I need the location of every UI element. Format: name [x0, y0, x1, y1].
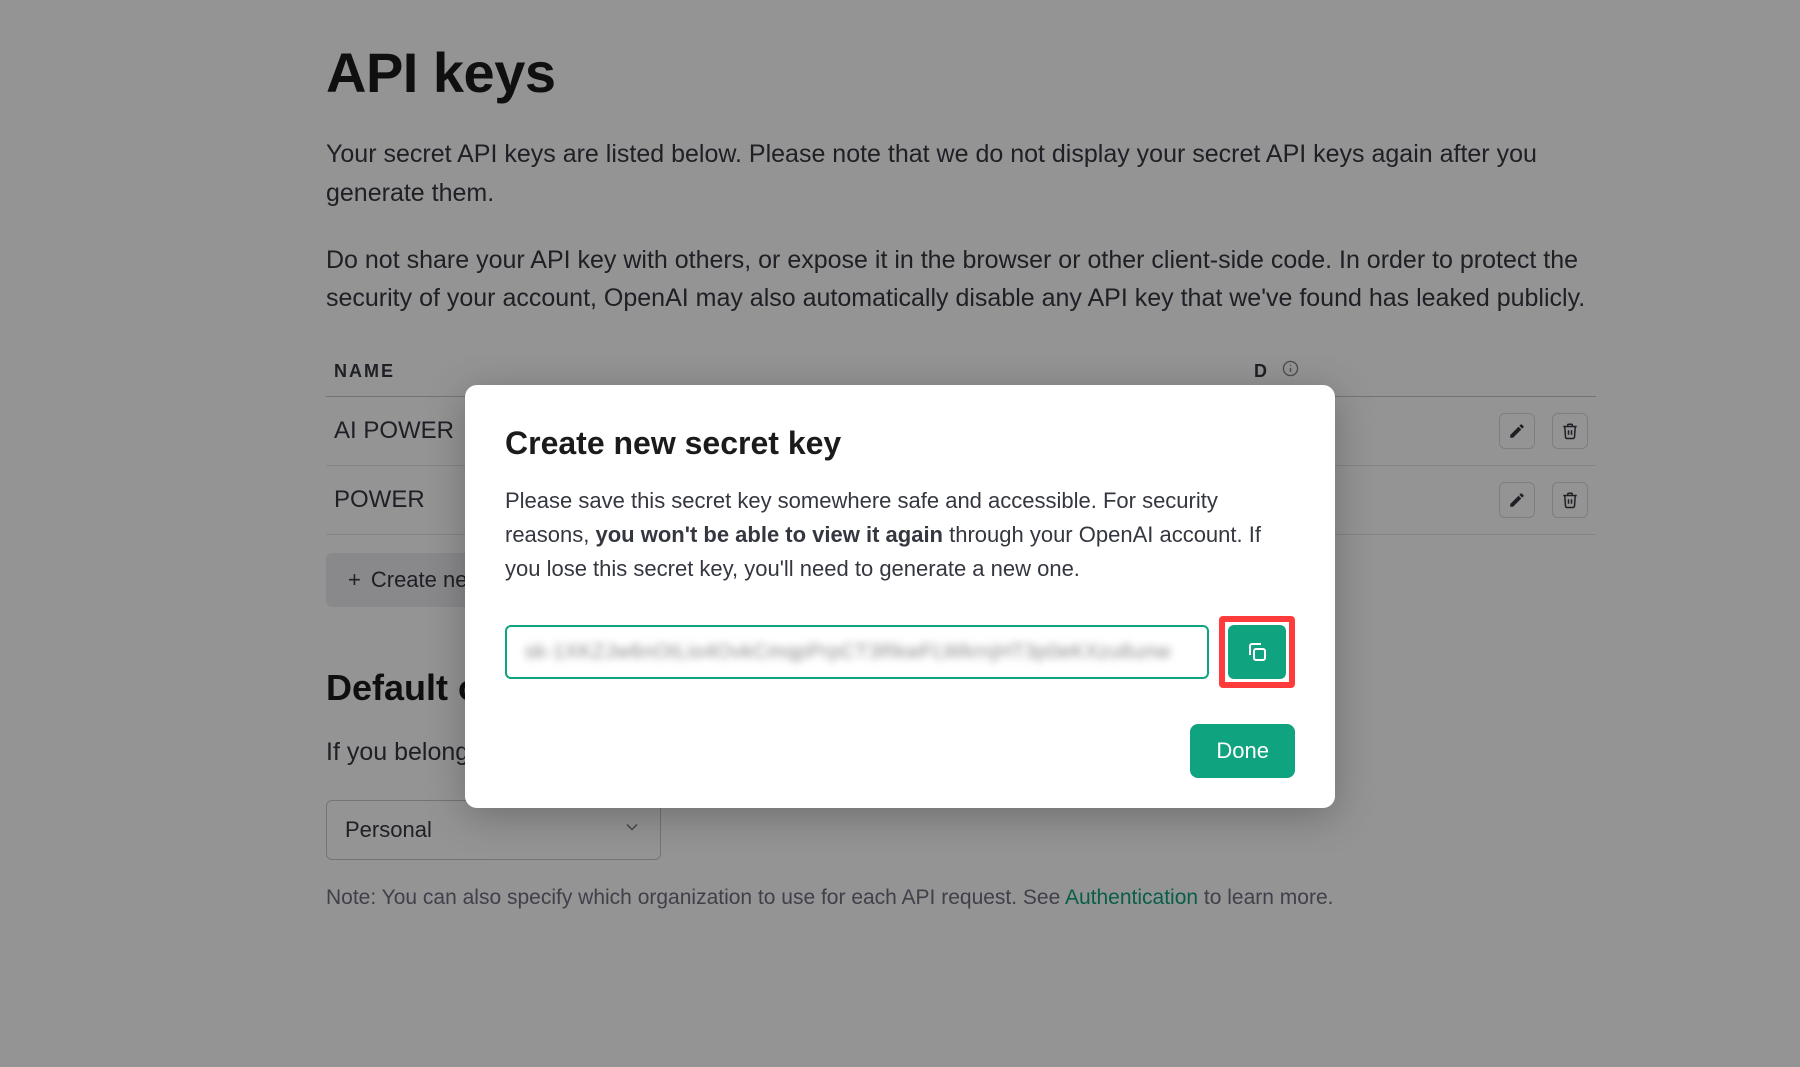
create-key-modal: Create new secret key Please save this s…: [465, 385, 1335, 808]
secret-key-row: sk-1XKZJw6nOtLio4OvkCmqpPrpCT3RkwFLWkrnj…: [505, 616, 1295, 688]
modal-description: Please save this secret key somewhere sa…: [505, 484, 1295, 586]
modal-title: Create new secret key: [505, 425, 1295, 462]
secret-key-value: sk-1XKZJw6nOtLio4OvkCmqpPrpCT3RkwFLWkrnj…: [525, 641, 1171, 664]
copy-key-button[interactable]: [1228, 625, 1286, 679]
modal-actions: Done: [505, 724, 1295, 778]
copy-highlight-box: [1219, 616, 1295, 688]
done-button[interactable]: Done: [1190, 724, 1295, 778]
secret-key-field[interactable]: sk-1XKZJw6nOtLio4OvkCmqpPrpCT3RkwFLWkrnj…: [505, 625, 1209, 679]
copy-icon: [1245, 640, 1269, 664]
modal-desc-strong: you won't be able to view it again: [596, 522, 944, 547]
